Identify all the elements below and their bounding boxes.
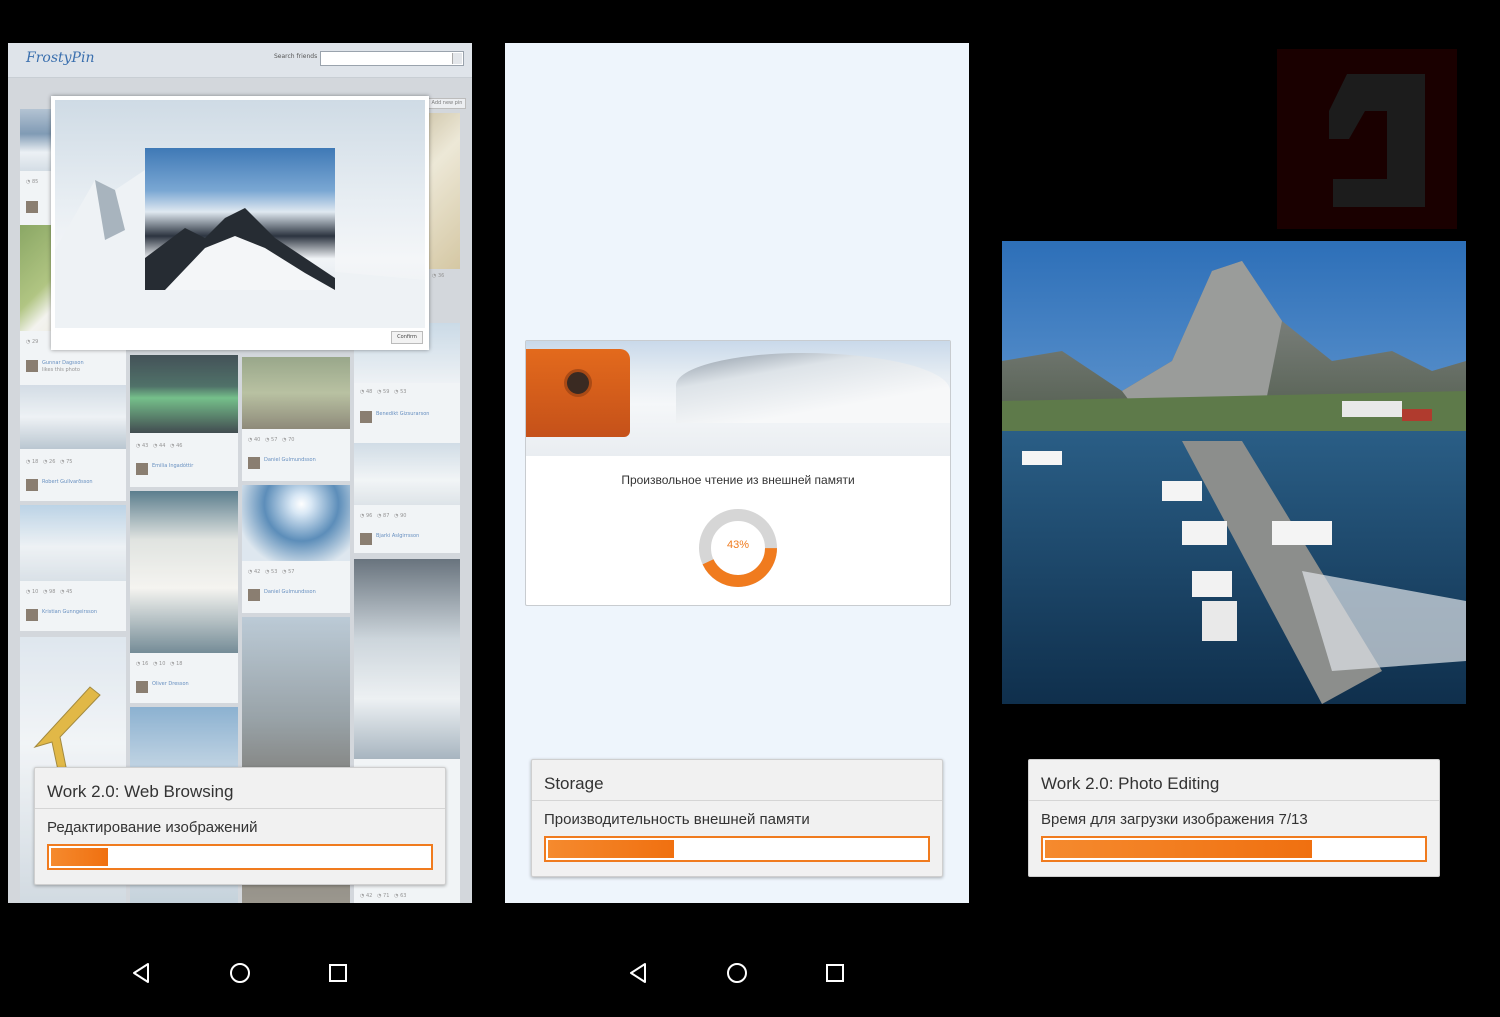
back-icon[interactable] [126,958,156,988]
back-icon[interactable] [623,958,653,988]
search-dropdown-icon[interactable] [452,53,462,64]
progress-fill [51,848,109,866]
card-title: Work 2.0: Web Browsing [47,782,234,801]
harbor-illustration [1002,241,1466,704]
app-logo[interactable]: FrostyPin [26,50,94,66]
card-title: Storage [544,774,604,793]
arctic-trailer-image [526,341,950,456]
card-subtitle: Время для загрузки изображения 7/13 [1041,811,1308,828]
test-description: Произвольное чтение из внешней памяти [621,473,855,487]
snow-hill [676,353,950,423]
mountain-crop-illustration [145,208,335,290]
donut-percent: 43% [726,539,750,551]
search-input[interactable] [320,51,464,66]
benchmark-status-card: Work 2.0: Web Browsing Редактирование из… [34,767,446,885]
progress-bar [544,836,930,862]
progress-bar [1041,836,1427,862]
app-logo-icon [1277,49,1457,229]
search-label: Search friends [274,53,318,60]
web-browsing-panel: FrostyPin Search friends Add new pin ◔ 8… [8,43,472,903]
storage-test-pane: Произвольное чтение из внешней памяти 43… [525,340,951,606]
progress-fill [548,840,674,858]
orange-trailer [526,349,630,437]
crop-selection[interactable] [145,148,335,290]
home-icon[interactable] [225,958,255,988]
harbor-photo [1002,241,1466,704]
progress-bar [47,844,433,870]
porthole-window [564,369,592,397]
progress-fill [1045,840,1313,858]
home-icon[interactable] [722,958,752,988]
divider [1029,800,1439,801]
divider [532,800,942,801]
card-subtitle: Редактирование изображений [47,819,258,836]
recents-icon[interactable] [323,958,353,988]
modal-image [55,100,425,328]
card-title: Work 2.0: Photo Editing [1041,774,1220,793]
number-one-icon [1329,74,1425,207]
divider [35,808,445,809]
benchmark-status-card: Work 2.0: Photo Editing Время для загруз… [1028,759,1440,877]
crop-modal: Confirm [51,96,429,350]
confirm-button[interactable]: Confirm [391,331,423,344]
app-header: FrostyPin Search friends [8,43,472,78]
recents-icon[interactable] [820,958,850,988]
card-subtitle: Производительность внешней памяти [544,811,810,828]
benchmark-status-card: Storage Производительность внешней памят… [531,759,943,877]
storage-panel: Произвольное чтение из внешней памяти 43… [505,43,969,903]
